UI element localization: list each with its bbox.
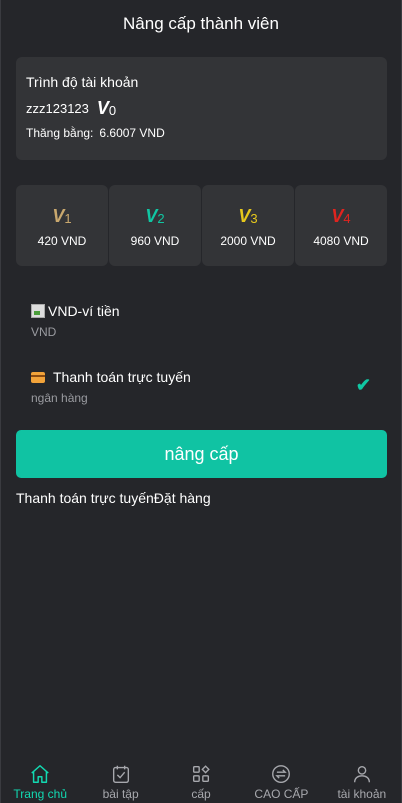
level-number: 4 xyxy=(343,211,351,226)
level-number: 2 xyxy=(157,211,165,226)
page-title: Nâng cấp thành viên xyxy=(123,14,279,33)
level-number: 3 xyxy=(250,211,258,226)
page-header: Nâng cấp thành viên xyxy=(0,0,402,48)
level-letter: V xyxy=(96,98,109,118)
bottom-tab-bar: Trang chủ bài tập cấp CAO CẤP tài khoản xyxy=(0,755,402,803)
balance-row: Thăng bằng: 6.6007 VND xyxy=(26,126,377,140)
level-badge: V 1 xyxy=(52,203,71,225)
tab-premium[interactable]: CAO CẤP xyxy=(241,755,321,803)
balance-label: Thăng bằng: xyxy=(26,126,94,140)
broken-image-icon xyxy=(31,304,45,318)
level-badge: V 2 xyxy=(145,203,164,225)
tab-account[interactable]: tài khoản xyxy=(322,755,402,803)
tab-level-label: cấp xyxy=(191,787,211,801)
level-number: 0 xyxy=(108,103,117,118)
level-option-v4[interactable]: V 4 4080 VND xyxy=(295,185,387,266)
home-icon xyxy=(31,765,49,783)
payment-wallet-label: VND-ví tiền xyxy=(48,303,120,319)
level-option-v1[interactable]: V 1 420 VND xyxy=(16,185,108,266)
level-letter: V xyxy=(52,206,64,226)
level-number: 1 xyxy=(64,211,72,226)
tab-account-label: tài khoản xyxy=(337,787,387,801)
level-badge: V 0 xyxy=(97,99,116,117)
user-icon xyxy=(353,765,370,783)
payment-online-label: Thanh toán trực tuyến xyxy=(53,369,191,385)
grid-icon xyxy=(192,765,210,783)
tab-premium-label: CAO CẤP xyxy=(254,787,309,801)
level-letter: V xyxy=(145,206,157,226)
tab-home[interactable]: Trang chủ xyxy=(0,755,80,803)
level-badge: V 4 xyxy=(331,203,350,225)
payment-online-sub: ngân hàng xyxy=(31,391,88,405)
level-option-v3[interactable]: V 3 2000 VND xyxy=(202,185,294,266)
check-icon: ✔ xyxy=(355,375,371,395)
payment-wallet-row: VND-ví tiền xyxy=(31,303,371,319)
order-link[interactable]: Đặt hàng xyxy=(154,490,211,506)
level-price: 960 VND xyxy=(130,234,180,248)
level-badge: V 3 xyxy=(238,203,257,225)
tab-home-label: Trang chủ xyxy=(13,787,67,801)
exchange-icon xyxy=(272,765,291,783)
balance-value: 6.6007 VND xyxy=(99,126,165,140)
payment-wallet-sub: VND xyxy=(31,325,57,339)
account-user-row: zzz123123 V 0 xyxy=(26,99,377,117)
online-payment-link[interactable]: Thanh toán trực tuyến xyxy=(16,490,154,506)
tab-tasks[interactable]: bài tập xyxy=(80,755,160,803)
level-options: V 1 420 VND V 2 960 VND V 3 2000 VND V 4… xyxy=(16,185,387,266)
account-card: Trình độ tài khoản zzz123123 V 0 Thăng b… xyxy=(16,57,387,160)
payment-option-online[interactable]: Thanh toán trực tuyến ngân hàng ✔ xyxy=(31,369,371,405)
level-option-v2[interactable]: V 2 960 VND xyxy=(109,185,201,266)
level-letter: V xyxy=(238,206,250,226)
payment-online-row: Thanh toán trực tuyến xyxy=(31,369,371,385)
account-title: Trình độ tài khoản xyxy=(26,74,139,90)
payment-option-wallet[interactable]: VND-ví tiền VND xyxy=(31,303,371,339)
tab-tasks-label: bài tập xyxy=(102,787,139,801)
credit-card-icon xyxy=(31,371,45,383)
tab-level[interactable]: cấp xyxy=(161,755,241,803)
level-price: 4080 VND xyxy=(313,234,369,248)
level-price: 2000 VND xyxy=(220,234,276,248)
username: zzz123123 xyxy=(26,100,89,116)
tasks-icon xyxy=(112,765,129,783)
upgrade-button[interactable]: nâng cấp xyxy=(16,430,387,478)
level-letter: V xyxy=(331,206,343,226)
level-price: 420 VND xyxy=(37,234,87,248)
payment-links: Thanh toán trực tuyếnĐặt hàng xyxy=(16,490,211,506)
